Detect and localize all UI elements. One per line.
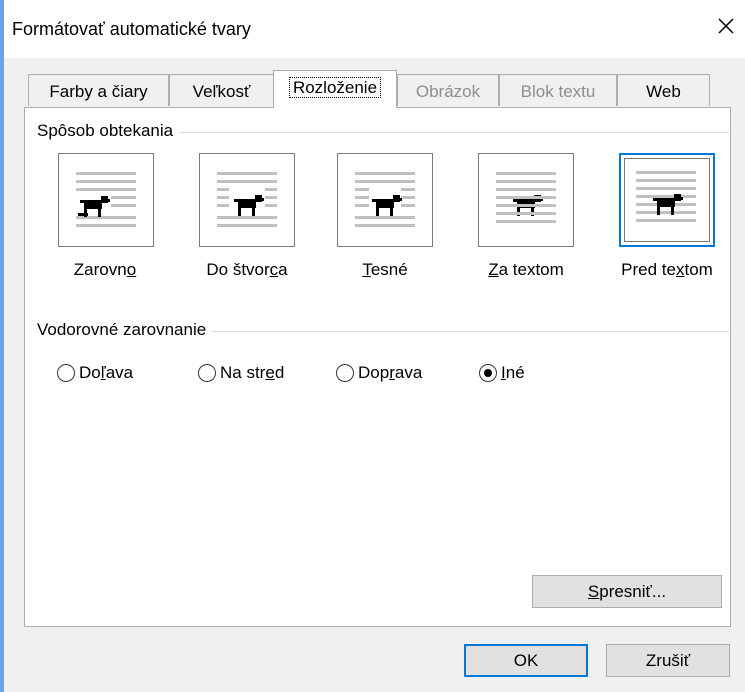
tab-farby-a-ciary[interactable]: Farby a čiary (28, 74, 169, 106)
radio-circle[interactable] (336, 364, 354, 382)
radio-doprava[interactable]: Dop r ava (336, 362, 422, 384)
radio-label: ava (105, 363, 134, 382)
wrap-tight-label: Tesné (330, 260, 440, 280)
mnemonic: c (269, 260, 279, 279)
radio-label: né (505, 363, 525, 382)
tab-rozlozenie[interactable]: Rozloženie (273, 70, 397, 108)
label-text: Pred te (621, 260, 676, 279)
layout-panel: Spôsob obtekania Zarovno Do štvorca Tesn… (24, 107, 731, 627)
radio-na-stred[interactable]: Na str e d (198, 362, 284, 384)
radio-dolava[interactable]: Do ľ ava (57, 362, 133, 384)
close-icon (718, 18, 734, 34)
radio-label: Na str (220, 363, 266, 382)
close-button[interactable] (712, 12, 740, 40)
advanced-button[interactable]: Spresniť... (532, 575, 722, 608)
tab-strip: Farby a čiary Veľkosť Rozloženie Obrázok… (0, 70, 745, 108)
wrap-inline-label: Zarovno (50, 260, 160, 280)
wrap-square-label: Do štvorca (187, 260, 307, 280)
mnemonic: T (362, 260, 371, 279)
wrap-behind-text-icon (496, 172, 556, 223)
mnemonic: S (587, 582, 600, 601)
mnemonic: e (265, 363, 275, 382)
radio-circle[interactable] (57, 364, 75, 382)
wrap-square-icon (217, 172, 277, 227)
label-text: a textom (498, 260, 564, 279)
wrap-behind-text-option[interactable] (478, 153, 574, 247)
tab-velkost[interactable]: Veľkosť (169, 74, 274, 106)
title-bar[interactable]: Formátovať automatické tvary (4, 0, 745, 58)
button-label: presniť... (599, 582, 667, 601)
tab-obrazok: Obrázok (397, 74, 499, 106)
cancel-button[interactable]: Zrušiť (606, 644, 730, 677)
wrap-in-front-label: Pred textom (605, 260, 729, 280)
tab-blok-textu: Blok textu (499, 74, 617, 106)
radio-label: Dop (358, 363, 390, 382)
tab-web[interactable]: Web (617, 74, 710, 106)
radio-label: ava (394, 363, 423, 382)
mnemonic: Z (488, 260, 499, 279)
mnemonic: o (126, 260, 137, 279)
wrap-tight-option[interactable] (337, 153, 433, 247)
radio-ine[interactable]: Iné (479, 362, 525, 384)
wrapping-group-label: Spôsob obtekania (37, 121, 180, 141)
label-text: Zarovn (73, 260, 127, 279)
radio-circle-checked[interactable] (479, 364, 497, 382)
wrap-inline-option[interactable] (58, 153, 154, 247)
ok-button[interactable]: OK (464, 644, 588, 677)
label-text: Do štvor (206, 260, 270, 279)
wrap-inline-icon (76, 172, 136, 227)
label-text: esné (370, 260, 408, 279)
label-text: a (278, 260, 288, 279)
radio-label: d (274, 363, 285, 382)
wrap-square-option[interactable] (199, 153, 295, 247)
wrap-in-front-icon (636, 171, 696, 222)
radio-label: Do (79, 363, 101, 382)
label-text: tom (684, 260, 713, 279)
tab-rozlozenie-label: Rozloženie (288, 77, 382, 98)
wrap-behind-text-label: Za textom (468, 260, 584, 280)
wrap-in-front-option[interactable] (619, 153, 715, 247)
alignment-group-label: Vodorovné zarovnanie (37, 320, 213, 340)
wrap-tight-icon (355, 172, 415, 227)
format-autoshape-dialog: Formátovať automatické tvary Farby a čia… (0, 0, 745, 692)
radio-circle[interactable] (198, 364, 216, 382)
dialog-title: Formátovať automatické tvary (12, 19, 251, 39)
